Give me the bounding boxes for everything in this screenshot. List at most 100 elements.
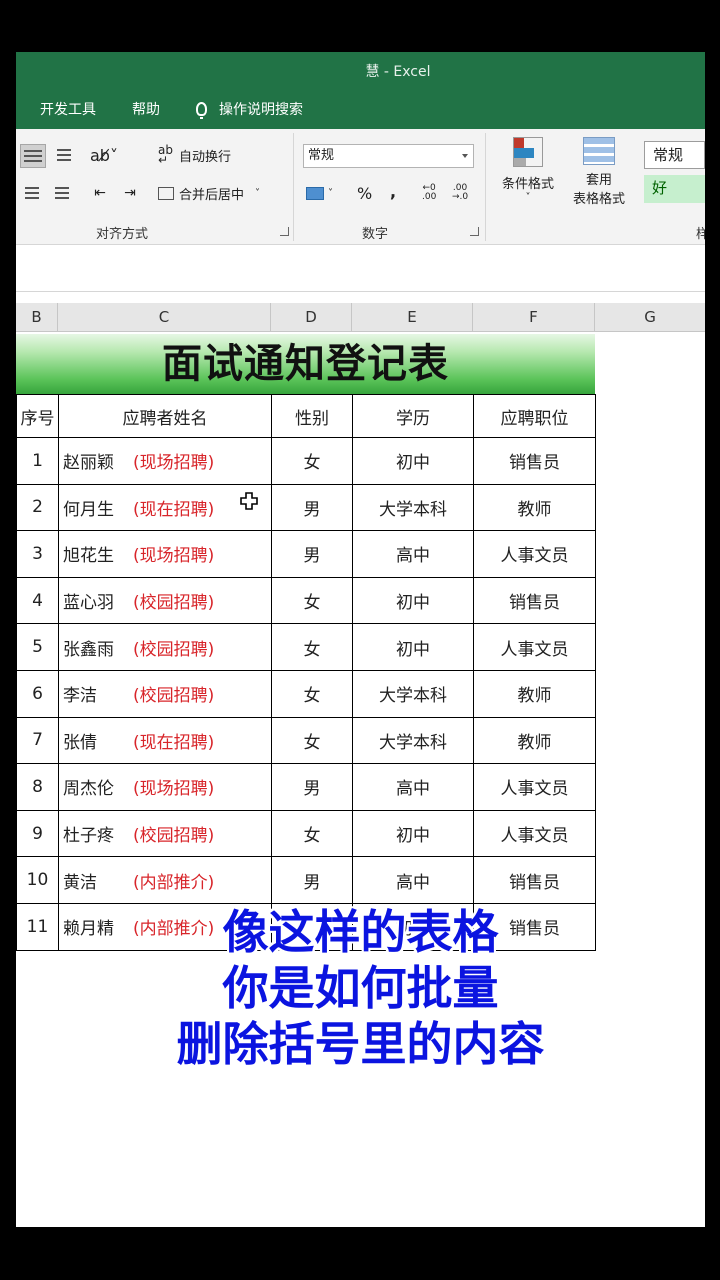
cell-education[interactable]: 初中 (352, 576, 474, 625)
cell-cursor-icon (240, 492, 258, 510)
cell-gender[interactable]: 男 (271, 856, 353, 904)
header-cell[interactable]: 应聘者姓名 (58, 394, 272, 438)
cell-gender[interactable]: 男 (271, 483, 353, 532)
column-header-c[interactable]: C (58, 303, 271, 331)
number-format-dropdown[interactable]: 常规 (303, 144, 474, 168)
cell-applicant-name[interactable]: 杜子疼 (校园招聘) (58, 809, 272, 858)
cell-applicant-name[interactable]: 周杰伦 (现场招聘) (58, 763, 272, 811)
cell-position[interactable]: 销售员 (473, 437, 596, 485)
cell-applicant-name[interactable]: 旭花生 (现场招聘) (58, 530, 272, 578)
sheet-title[interactable]: 面试通知登记表 (16, 334, 595, 394)
recruit-source: (现场招聘) (133, 453, 215, 474)
align-right-button[interactable] (52, 182, 72, 204)
currency-icon (306, 186, 324, 200)
cell-gender[interactable]: 女 (271, 437, 353, 485)
comma-style-button[interactable]: , (390, 180, 396, 202)
cell-education[interactable]: 高中 (352, 530, 474, 578)
tab-developer[interactable]: 开发工具 (40, 99, 96, 119)
increase-decimal-button[interactable]: ←0.00 (422, 182, 436, 204)
cell-education[interactable]: 大学本科 (352, 483, 474, 532)
tell-me-search[interactable]: 操作说明搜索 (196, 99, 303, 119)
cell-education[interactable]: 初中 (352, 623, 474, 671)
column-header-d[interactable]: D (271, 303, 352, 331)
cell-applicant-name[interactable]: 张倩 (现在招聘) (58, 716, 272, 765)
cell-position[interactable]: 教师 (473, 483, 596, 532)
cell-applicant-name[interactable]: 李洁 (校园招聘) (58, 669, 272, 718)
decrease-decimal-button[interactable]: .00 →.0 (452, 182, 468, 204)
tab-help[interactable]: 帮助 (132, 99, 160, 119)
cell-education[interactable]: 高中 (352, 763, 474, 811)
cell-serial[interactable]: 6 (16, 669, 59, 718)
cell-gender[interactable]: 男 (271, 763, 353, 811)
header-cell[interactable]: 性别 (271, 394, 353, 438)
column-header-g[interactable]: G (595, 303, 705, 331)
cell-serial[interactable]: 8 (16, 763, 59, 811)
cell-applicant-name[interactable]: 张鑫雨 (校园招聘) (58, 623, 272, 671)
column-header-b[interactable]: B (16, 303, 58, 331)
cell-serial[interactable]: 4 (16, 576, 59, 625)
number-launcher-icon[interactable] (470, 227, 479, 236)
table-format-label-1: 套用 (585, 173, 612, 188)
cell-position[interactable]: 销售员 (473, 576, 596, 625)
cell-gender[interactable]: 男 (271, 530, 353, 578)
wrap-text-button[interactable]: ab ↵ 自动换行 (158, 144, 231, 166)
cell-education[interactable]: 初中 (352, 437, 474, 485)
cell-position[interactable]: 教师 (473, 716, 596, 765)
conditional-format-button[interactable]: 条件格式 ˅ (496, 137, 560, 217)
chevron-down-icon: ˅ (328, 187, 333, 199)
table-row: 7 张倩 (现在招聘) 女大学本科 教师 (16, 716, 596, 765)
style-good-cell[interactable]: 好 (644, 175, 705, 203)
cell-position[interactable]: 人事文员 (473, 763, 596, 811)
accounting-format-button[interactable]: ˅ (306, 182, 333, 204)
column-headers: B C D E F G (16, 303, 705, 332)
cell-education[interactable]: 大学本科 (352, 716, 474, 765)
merge-center-button[interactable]: 合并后居中 ˅ (158, 182, 260, 204)
number-format-value: 常规 (308, 148, 335, 163)
cell-serial[interactable]: 5 (16, 623, 59, 671)
cell-serial[interactable]: 2 (16, 483, 59, 532)
orientation-button[interactable]: ab̸˅ (90, 144, 126, 166)
cell-education[interactable]: 初中 (352, 809, 474, 858)
percent-style-button[interactable]: % (357, 182, 372, 204)
align-middle-button[interactable] (52, 144, 76, 166)
align-left-button[interactable] (22, 182, 42, 204)
applicant-name: 李洁 (63, 686, 97, 707)
cell-gender[interactable]: 女 (271, 716, 353, 765)
cell-gender[interactable]: 女 (271, 669, 353, 718)
cell-applicant-name[interactable]: 黄洁 (内部推介) (58, 856, 272, 904)
cell-position[interactable]: 人事文员 (473, 623, 596, 671)
cell-position[interactable]: 人事文员 (473, 530, 596, 578)
header-cell[interactable]: 序号 (16, 394, 59, 438)
cell-serial[interactable]: 10 (16, 856, 59, 904)
cell-position[interactable]: 教师 (473, 669, 596, 718)
header-cell[interactable]: 应聘职位 (473, 394, 596, 438)
cell-education[interactable]: 大学本科 (352, 669, 474, 718)
cell-applicant-name[interactable]: 赵丽颖 (现场招聘) (58, 437, 272, 485)
recruit-source: (校园招聘) (133, 639, 215, 660)
wrap-text-label: 自动换行 (178, 149, 231, 165)
alignment-launcher-icon[interactable] (280, 227, 289, 236)
column-header-f[interactable]: F (473, 303, 595, 331)
style-normal-cell[interactable]: 常规 (644, 141, 705, 169)
cell-applicant-name[interactable]: 蓝心羽 (校园招聘) (58, 576, 272, 625)
cell-education[interactable]: 高中 (352, 856, 474, 904)
cell-serial[interactable]: 1 (16, 437, 59, 485)
cell-gender[interactable]: 女 (271, 576, 353, 625)
cell-serial[interactable]: 3 (16, 530, 59, 578)
cell-gender[interactable]: 女 (271, 809, 353, 858)
column-header-e[interactable]: E (352, 303, 473, 331)
format-as-table-button[interactable]: 套用 表格格式 (560, 137, 638, 217)
data-table: 序号 应聘者姓名 性别 学历 应聘职位 1 赵丽颖 (现场招聘) 女初中 销售员 2 何月生… (16, 394, 596, 951)
align-top-button[interactable] (20, 144, 46, 168)
decrease-indent-button[interactable]: ⇤ (88, 182, 112, 204)
cell-position[interactable]: 销售员 (473, 856, 596, 904)
cell-position[interactable]: 人事文员 (473, 809, 596, 858)
cell-gender[interactable]: 女 (271, 623, 353, 671)
formula-bar[interactable] (16, 245, 705, 292)
header-cell[interactable]: 学历 (352, 394, 474, 438)
cell-serial[interactable]: 7 (16, 716, 59, 765)
cell-serial[interactable]: 9 (16, 809, 59, 858)
tell-me-label: 操作说明搜索 (219, 102, 303, 118)
recruit-source: (校园招聘) (133, 686, 215, 707)
increase-indent-button[interactable]: ⇥ (118, 182, 142, 204)
